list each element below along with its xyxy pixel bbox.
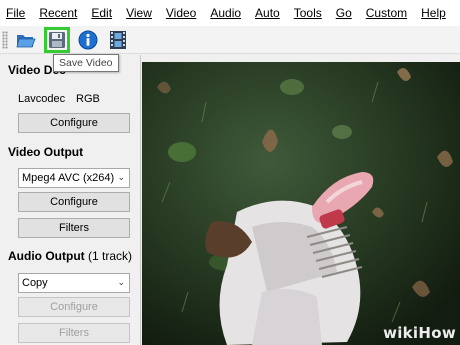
menu-file[interactable]: File	[6, 6, 25, 20]
decoder-format-label: RGB	[76, 93, 100, 105]
info-button[interactable]	[76, 28, 100, 52]
menu-bar: File Recent Edit View Video Audio Auto T…	[0, 0, 460, 26]
wikihow-watermark: wikiHow	[383, 324, 456, 342]
menu-recent[interactable]: Recent	[39, 6, 77, 20]
video-frame-image	[142, 62, 460, 345]
audio-output-label: Audio Output	[8, 249, 85, 263]
video-output-select[interactable]: Mpeg4 AVC (x264) ⌄	[18, 168, 130, 188]
video-filters-button[interactable]: Filters	[18, 218, 130, 238]
menu-video[interactable]: Video	[166, 6, 196, 20]
decoder-codec-label: Lavcodec	[18, 93, 66, 105]
menu-custom[interactable]: Custom	[366, 6, 407, 20]
audio-output-selected: Copy	[22, 277, 48, 289]
film-strip-icon	[110, 30, 126, 49]
chevron-down-icon: ⌄	[117, 172, 125, 182]
menu-view[interactable]: View	[126, 6, 152, 20]
menu-audio[interactable]: Audio	[210, 6, 241, 20]
settings-panel: Video Dec Lavcodec RGB Configure Video O…	[0, 55, 141, 345]
menu-edit[interactable]: Edit	[91, 6, 112, 20]
menu-help[interactable]: Help	[421, 6, 446, 20]
audio-configure-button[interactable]: Configure	[18, 297, 130, 317]
menu-go[interactable]: Go	[336, 6, 352, 20]
save-video-button[interactable]	[44, 26, 70, 53]
open-button[interactable]	[14, 28, 38, 52]
save-video-icon	[49, 31, 65, 48]
audio-output-title: Audio Output (1 track)	[8, 249, 132, 263]
film-button[interactable]	[106, 28, 130, 52]
menu-tools[interactable]: Tools	[294, 6, 322, 20]
save-video-tooltip: Save Video	[53, 54, 119, 72]
video-preview: wikiHow	[142, 62, 460, 345]
decoder-configure-button[interactable]: Configure	[18, 113, 130, 133]
video-output-selected: Mpeg4 AVC (x264)	[22, 172, 115, 184]
video-configure-button[interactable]: Configure	[18, 192, 130, 212]
chevron-down-icon: ⌄	[117, 277, 125, 287]
audio-track-count: (1 track)	[87, 249, 132, 263]
toolbar	[0, 26, 460, 54]
info-icon	[78, 30, 98, 49]
audio-output-select[interactable]: Copy ⌄	[18, 273, 130, 293]
open-folder-icon	[16, 34, 36, 47]
toolbar-grip[interactable]	[2, 30, 8, 49]
video-output-title: Video Output	[8, 145, 84, 159]
menu-auto[interactable]: Auto	[255, 6, 280, 20]
audio-filters-button[interactable]: Filters	[18, 323, 130, 343]
